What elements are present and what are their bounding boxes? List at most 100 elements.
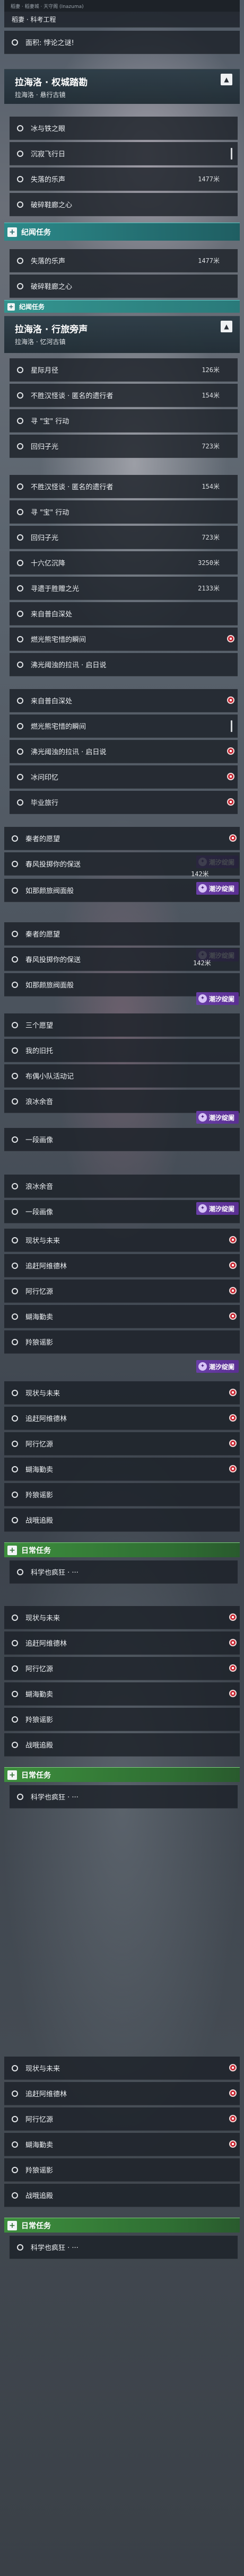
list-item[interactable]: 科学也疯狂 · ··· [10,1560,238,1584]
event-icon: ✦ [198,884,207,893]
list-item[interactable]: 冰与铁之眼 [10,117,238,140]
bullet-icon [12,1208,18,1215]
list-item[interactable]: 现状与未来 [4,1381,240,1405]
bullet-icon [12,2166,18,2173]
bullet-icon [12,1440,18,1447]
list-item[interactable]: 羚狼谣影 [4,2158,240,2182]
event-icon: ✦ [198,1113,207,1122]
list-item[interactable]: 追赶阿维德林 [4,1407,240,1430]
list-item[interactable]: 沸光阈浊的拉讯 · 启日说 [10,740,238,763]
bullet-icon [17,697,23,704]
list-item[interactable]: 羚狼谣影 [4,1330,240,1354]
event-icon: ✦ [198,1204,207,1213]
list-item[interactable]: 一段画像 [4,1128,240,1151]
daily-header[interactable]: + 日常任务 [4,1542,240,1557]
list-item[interactable]: 浪冰余音 [4,1090,240,1113]
event-badge: ✦潮汐绽阑 [196,882,239,895]
daily-header[interactable]: + 日常任务 [4,1767,240,1782]
list-item[interactable]: 星际月径 126米 [10,358,238,382]
list-item[interactable]: 我的旧托 [4,1039,240,1062]
list-item[interactable]: 布偶小队活动记 [4,1064,240,1088]
list-item[interactable]: 现状与未来 [4,1606,240,1629]
list-item[interactable]: 寻遗于胜赠之光 2133米 [10,577,238,600]
list-item[interactable]: 阿行忆源 [4,1432,240,1455]
list-item[interactable]: 冰问印忆 [10,765,238,789]
list-item[interactable]: 追赶阿维德林 [4,1631,240,1655]
list-item[interactable]: 失落的乐声 1477米 [10,167,238,191]
list-item[interactable]: 三个愿望 [4,1013,240,1037]
bullet-icon [12,1338,18,1345]
list-item[interactable]: 秦者的愿望 [4,922,240,946]
daily-header[interactable]: + 日常任务 [4,2218,240,2233]
list-item[interactable]: 面积: 悖论之谜! [4,31,240,54]
list-item[interactable]: 寻 "宝" 行动 [10,409,238,433]
list-item[interactable]: 秦者的愿望 [4,827,240,850]
event-icon: ✦ [198,1362,207,1371]
list-item[interactable]: 战哦追殿 [4,1733,240,1757]
list-item[interactable]: 蝴海勤卖 [4,2133,240,2156]
quest-subtitle: 拉海洛 · 悬行古镜 [15,91,66,99]
list-item[interactable]: 燃光熊宅惜的瞬间 [10,628,238,651]
list-item[interactable]: 来自普白深处 [10,689,238,712]
world-quest-header[interactable]: + 纪闻任务 [4,223,240,241]
list-item[interactable]: 破碎鞋廊之心 [10,193,238,216]
list-item[interactable]: 十六亿沉降 3250米 [10,551,238,575]
list-item[interactable]: 寻 "宝" 行动 [10,500,238,524]
event-badge: ✦潮汐绽阑 [196,1202,239,1215]
list-item[interactable]: 破碎鞋廊之心 [10,275,238,298]
list-item[interactable]: 失落的乐声 1477米 [10,249,238,272]
bullet-icon [17,508,23,515]
plus-icon: + [7,1545,17,1555]
breadcrumb-text: 稻妻 · 稻妻城 · 天守阁 (Inazuma) [11,4,84,10]
list-item[interactable]: 蝴海勤卖 [4,1682,240,1706]
list-item[interactable]: 阿行忆源 [4,2107,240,2131]
list-item[interactable]: 浪冰余音 [4,1175,240,1198]
quest-card[interactable]: 拉海洛 · 权城踏勘 拉海洛 · 悬行古镜 ▲ [4,69,240,104]
list-item[interactable]: 毕业旅行 [10,791,238,814]
bullet-icon [17,2244,23,2251]
list-item[interactable]: 追赶阿维德林 [4,1254,240,1277]
list-item[interactable]: 蝴海勤卖 [4,1458,240,1481]
list-item[interactable]: 回归子光 723米 [10,435,238,458]
bullet-icon [12,1415,18,1422]
list-item[interactable]: 阿行忆源 [4,1657,240,1680]
bullet-icon [12,1466,18,1472]
list-item[interactable]: 追赶阿维德林 [4,2082,240,2105]
list-item[interactable]: 战哦追殿 [4,2184,240,2207]
list-item[interactable]: 沸光阈浊的拉讯 · 启日说 [10,653,238,676]
quest-sub-row[interactable]: 稻妻 · 科考工程 [4,12,240,28]
bullet-icon [17,201,23,208]
bullet-icon [12,1262,18,1269]
quest-marker-icon [229,1613,237,1621]
chevron-up-icon[interactable]: ▲ [221,74,232,85]
list-item[interactable]: 现状与未来 [4,2057,240,2080]
quest-list[interactable]: 稻妻 · 稻妻城 · 天守阁 (Inazuma) 稻妻 · 科考工程 面积: 悖… [0,0,244,2576]
list-item[interactable]: 战哦追殿 [4,1508,240,1532]
list-item[interactable]: 科学也疯狂 · ··· [10,1785,238,1809]
list-item[interactable]: 不胜汉怪谈 · 匿名的遗行者 154米 [10,384,238,407]
quest-marker-icon [229,1440,237,1447]
world-quest-header[interactable]: + 纪闻任务 [4,300,240,313]
bullet-icon [12,1237,18,1243]
list-item[interactable]: 沉寂飞行日 [10,142,238,165]
list-item[interactable]: 羚狼谣影 [4,1708,240,1731]
quest-marker-icon [227,696,234,704]
list-item[interactable]: 羚狼谣影 [4,1483,240,1506]
list-item[interactable]: 回归子光 723米 [10,526,238,549]
list-item[interactable]: 蝴海勤卖 [4,1305,240,1328]
list-item[interactable]: 来自普白深处 [10,602,238,625]
quest-marker-icon [229,1261,237,1269]
bullet-icon [12,1287,18,1294]
bullet-icon [17,585,23,592]
bullet-icon [17,175,23,182]
bullet-icon [12,1690,18,1697]
list-item[interactable]: 燃光熊宅惜的瞬间 [10,714,238,738]
chevron-up-icon[interactable]: ▲ [221,321,232,332]
list-item[interactable]: 现状与未来 [4,1229,240,1252]
quest-card[interactable]: 拉海洛 · 行旅旁声 拉海洛 · 忆河古镇 ▲ [4,316,240,353]
quest-marker-icon [229,834,237,842]
list-item[interactable]: 阿行忆源 [4,1280,240,1303]
list-item[interactable]: 科学也疯狂 · ··· [10,2236,238,2259]
list-item[interactable]: 不胜汉怪谈 · 匿名的遗行者 154米 [10,475,238,498]
bullet-icon [12,981,18,988]
